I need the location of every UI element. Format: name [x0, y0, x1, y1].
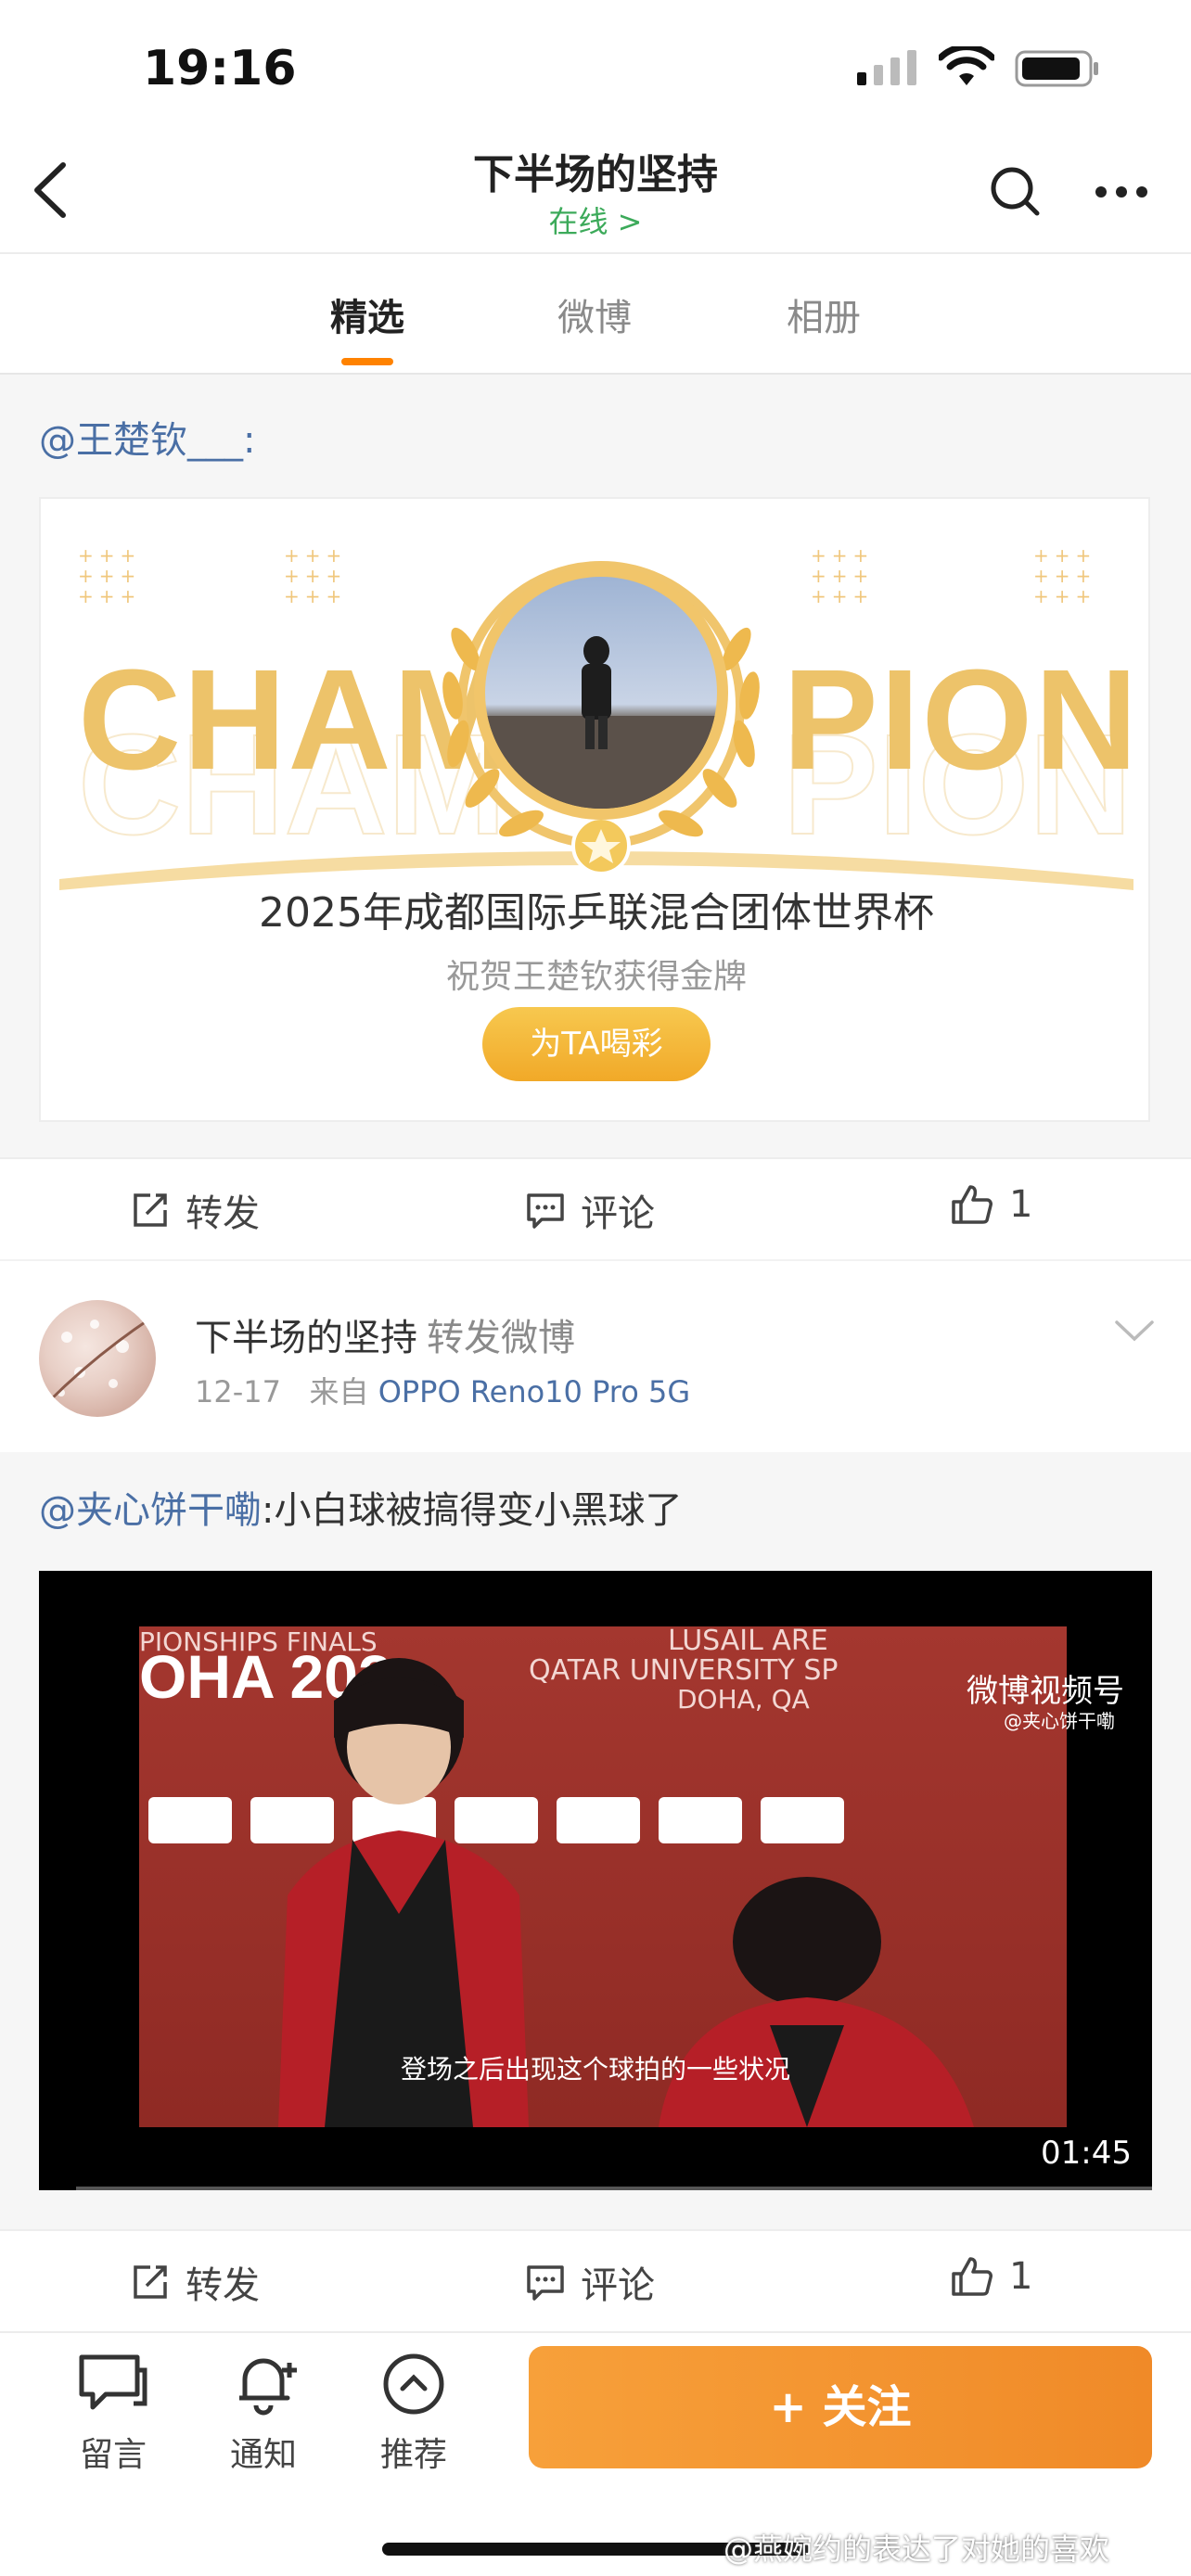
repost-icon — [134, 2265, 167, 2299]
champion-word-right: PION — [783, 640, 1140, 799]
cheer-button[interactable]: 为TA喝彩 — [482, 1007, 711, 1081]
author-line: 下半场的坚持 转发微博 — [195, 1307, 575, 1361]
message-button[interactable]: 留言 — [58, 2352, 169, 2476]
recommend-label: 推荐 — [379, 2436, 447, 2474]
post-2-mention[interactable]: @夹心饼干嘞 — [39, 1489, 262, 1532]
champion-avatar — [474, 566, 728, 820]
comment-label: 评论 — [581, 2264, 655, 2307]
video-watermark: 微博视频号 — [967, 1673, 1124, 1710]
post-1-mention[interactable]: @王楚钦___: — [39, 410, 255, 464]
comment-button[interactable]: 评论 — [525, 1183, 655, 1237]
like-count: 1 — [1009, 2255, 1033, 2298]
profile-tabs: 精选 微博 相册 — [0, 254, 1191, 375]
post-2-text: @夹心饼干嘞:小白球被搞得变小黑球了 — [39, 1480, 682, 1534]
status-bar: 19:16 — [0, 0, 1191, 130]
tab-featured[interactable]: 精选 — [275, 287, 460, 341]
message-icon — [79, 2354, 147, 2410]
decor-dots: +++ +++ +++ — [78, 544, 142, 607]
post-1-action-bar: 转发 评论 1 — [0, 1157, 1191, 1259]
tab-indicator — [341, 358, 393, 365]
tab-weibo[interactable]: 微博 — [502, 287, 687, 341]
more-icon[interactable] — [1095, 185, 1148, 198]
author-name[interactable]: 下半场的坚持 — [195, 1317, 417, 1359]
tab-album[interactable]: 相册 — [731, 287, 916, 341]
video-progress-bar[interactable] — [76, 2187, 1152, 2190]
decor-dots: +++ +++ +++ — [1033, 544, 1097, 607]
nav-bar: 下半场的坚持 在线 > — [0, 130, 1191, 254]
notify-button[interactable]: 通知 — [208, 2352, 319, 2476]
decor-dots: +++ +++ +++ — [811, 544, 875, 607]
author-avatar[interactable] — [39, 1300, 156, 1417]
status-time: 19:16 — [143, 41, 297, 96]
blossom-avatar-icon — [46, 1317, 151, 1404]
video-subtitle: 登场之后出现这个球拍的一些状况 — [400, 2054, 790, 2085]
chevron-up-circle-icon — [383, 2353, 444, 2415]
card-subtitle: 祝贺王楚钦获得金牌 — [445, 958, 747, 996]
like-button[interactable]: 1 — [950, 1183, 1032, 1226]
post-meta: 12-17 来自 OPPO Reno10 Pro 5G — [195, 1369, 690, 1411]
like-button[interactable]: 1 — [950, 2255, 1032, 2298]
post-date: 12-17 — [195, 1374, 281, 1409]
follow-button[interactable]: + 关注 — [529, 2346, 1152, 2468]
video-duration: 01:45 — [1041, 2135, 1132, 2172]
message-label: 留言 — [79, 2436, 147, 2474]
champion-card[interactable]: +++ +++ +++ +++ +++ +++ +++ +++ +++ +++ +++ +++ … — [39, 497, 1150, 1122]
thumbs-up-icon — [952, 1185, 992, 1224]
notify-label: 通知 — [229, 2436, 297, 2474]
repost-label: 转发 — [186, 2264, 260, 2307]
signal-icon — [857, 50, 916, 85]
source-prefix: 来自 — [309, 1374, 369, 1409]
post-2-header: 下半场的坚持 转发微博 12-17 来自 OPPO Reno10 Pro 5G — [0, 1261, 1191, 1452]
comment-icon — [527, 1193, 564, 1229]
bell-plus-icon — [239, 2358, 297, 2416]
post-2-action-bar: 转发 评论 1 — [0, 2229, 1191, 2331]
video-watermark-sub: @夹心饼干嘞 — [1004, 1710, 1115, 1732]
comment-label: 评论 — [581, 1192, 655, 1235]
post-device[interactable]: OPPO Reno10 Pro 5G — [378, 1374, 690, 1409]
decor-dots: +++ +++ +++ — [284, 544, 348, 607]
video-player[interactable]: PIONSHIPS FINALS OHA 202 LUSAIL ARE QATA… — [39, 1571, 1152, 2190]
card-title: 2025年成都国际乒联混合团体世界杯 — [259, 889, 934, 937]
battery-icon — [1015, 50, 1098, 87]
comment-icon — [527, 2265, 564, 2301]
repost-button[interactable]: 转发 — [130, 1183, 260, 1237]
wifi-icon — [939, 46, 994, 85]
like-count: 1 — [1009, 1183, 1033, 1226]
chevron-down-icon[interactable] — [1113, 1319, 1156, 1343]
recommend-button[interactable]: 推荐 — [358, 2352, 469, 2476]
search-icon[interactable] — [989, 165, 1041, 217]
repost-button[interactable]: 转发 — [130, 2255, 260, 2309]
image-watermark: @燕婉约的表达了对她的喜欢 — [724, 2531, 1110, 2567]
post-2-content: :小白球被搞得变小黑球了 — [262, 1489, 683, 1532]
author-action: 转发微博 — [427, 1317, 575, 1359]
comment-button[interactable]: 评论 — [525, 2255, 655, 2309]
repost-icon — [134, 1193, 167, 1227]
repost-label: 转发 — [186, 1192, 260, 1235]
person-figure-icon — [485, 636, 717, 809]
thumbs-up-icon — [952, 2257, 992, 2296]
